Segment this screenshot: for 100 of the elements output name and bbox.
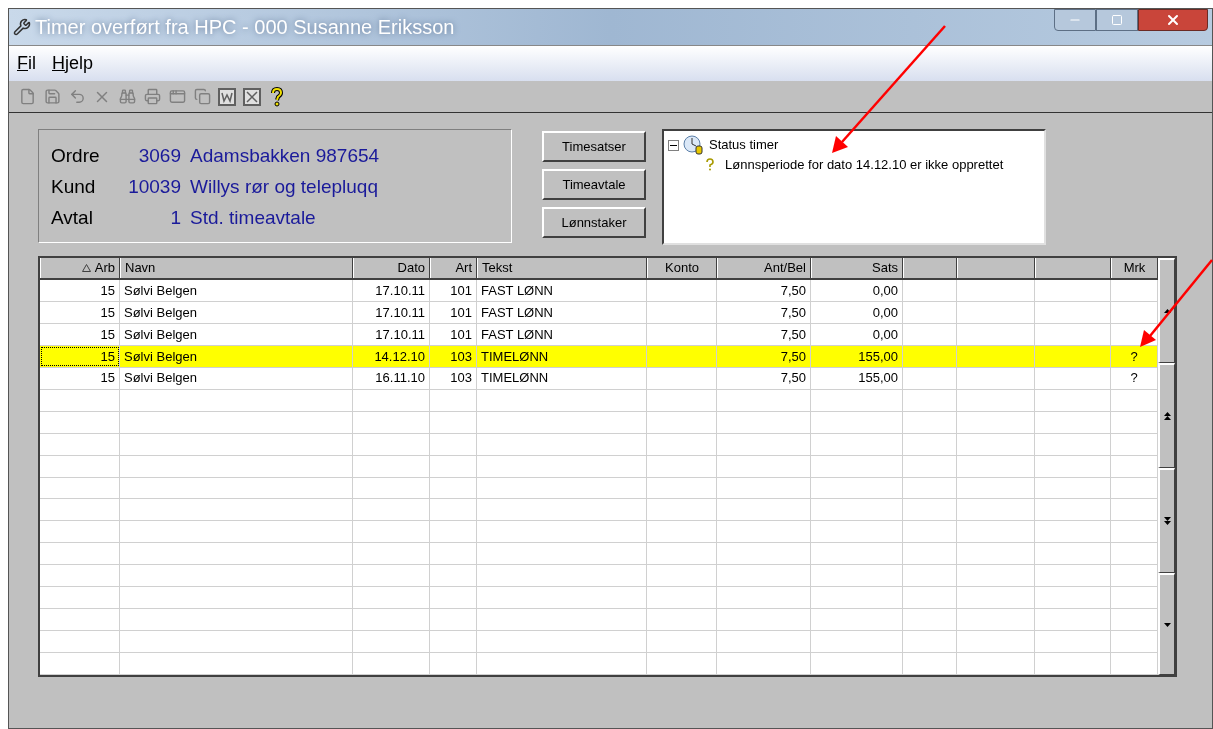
column-header[interactable]: Ant/Bel bbox=[717, 258, 811, 278]
table-cell-text: 0,00 bbox=[872, 325, 898, 344]
table-cell-text: 17.10.11 bbox=[375, 303, 425, 322]
maximize-button[interactable] bbox=[1096, 9, 1138, 31]
down-arrow-icon bbox=[1163, 622, 1171, 627]
page-down-button[interactable] bbox=[1158, 468, 1175, 573]
info-number: 3069 bbox=[137, 143, 181, 168]
table-cell-text: 0,00 bbox=[872, 281, 898, 300]
table-cell-text: 7,50 bbox=[780, 325, 806, 344]
sort-icon bbox=[81, 263, 91, 272]
info-label: Ordre bbox=[51, 143, 101, 168]
table-cell-text: 101 bbox=[450, 281, 472, 300]
table-cell-text: Sølvi Belgen bbox=[124, 347, 197, 366]
table-cell-text: 155,00 bbox=[858, 347, 898, 366]
table-cell-text: 7,50 bbox=[780, 369, 806, 388]
table-cell-text: 17.10.11 bbox=[375, 325, 425, 344]
menu-item[interactable]: Fil bbox=[17, 50, 36, 77]
column-header[interactable]: Dato bbox=[353, 258, 430, 278]
table-cell-text: TIMELØNN bbox=[481, 347, 549, 366]
close-icon bbox=[1165, 12, 1181, 28]
double-down-arrow-icon bbox=[1163, 517, 1171, 525]
scrollbar[interactable] bbox=[1158, 258, 1175, 675]
table-cell-text: FAST LØNN bbox=[481, 325, 553, 344]
copy-icon[interactable] bbox=[192, 86, 212, 107]
column-header[interactable]: Navn bbox=[120, 258, 353, 278]
table-cell-text: 17.10.11 bbox=[375, 281, 425, 300]
minimize-button[interactable] bbox=[1054, 9, 1096, 31]
column-header[interactable]: Art bbox=[430, 258, 477, 278]
info-label: Avtal bbox=[51, 205, 94, 230]
page-up-button[interactable] bbox=[1158, 363, 1175, 468]
table-cell-text: FAST LØNN bbox=[481, 281, 553, 300]
table-cell-text: 7,50 bbox=[780, 347, 806, 366]
column-header[interactable]: Sats bbox=[811, 258, 903, 278]
column-label: Mrk bbox=[1123, 259, 1146, 278]
table-cell-text: 15 bbox=[100, 325, 115, 344]
column-header[interactable]: Mrk bbox=[1111, 258, 1158, 278]
boxed-letter-icon[interactable] bbox=[217, 86, 237, 107]
table-cell-text: ? bbox=[1130, 347, 1138, 366]
table-cell-text: Sølvi Belgen bbox=[124, 281, 197, 300]
table-cell-text: 7,50 bbox=[780, 303, 806, 322]
table-cell-text: Sølvi Belgen bbox=[124, 369, 197, 388]
column-header[interactable]: Arb bbox=[40, 258, 120, 278]
double-up-arrow-icon bbox=[1163, 412, 1171, 420]
column-label: Navn bbox=[125, 259, 156, 278]
table-cell-text: TIMELØNN bbox=[481, 369, 549, 388]
wrench-icon bbox=[13, 18, 31, 36]
tree-node-label[interactable]: Lønnsperiode for dato 14.12.10 er ikke opprettet bbox=[725, 155, 1004, 175]
column-label: Ant/Bel bbox=[764, 259, 806, 278]
column-header[interactable]: Konto bbox=[647, 258, 717, 278]
info-value: Willys rør og telepluqq bbox=[190, 174, 378, 199]
boxed-cross-icon[interactable] bbox=[242, 86, 262, 107]
column-label: Tekst bbox=[482, 259, 513, 278]
info-number: 10039 bbox=[127, 174, 181, 199]
tree-node-label[interactable]: Status timer bbox=[709, 135, 779, 155]
menu-item[interactable]: Hjelp bbox=[52, 50, 94, 77]
table-cell-text: 15 bbox=[100, 369, 115, 388]
table-row[interactable]: 15 Sølvi Belgen 14.12.10 103 TIMELØNN 7,50 155,00 ? bbox=[40, 345, 1158, 368]
question-icon bbox=[706, 158, 714, 172]
scroll-down-button[interactable] bbox=[1158, 573, 1175, 675]
table-cell-text: 7,50 bbox=[780, 281, 806, 300]
save-icon[interactable] bbox=[42, 86, 62, 107]
table-cell-text: 16.11.10 bbox=[375, 369, 425, 388]
column-label: Dato bbox=[397, 259, 425, 278]
table-cell-text: 155,00 bbox=[858, 369, 898, 388]
table-cell-text: 103 bbox=[450, 347, 472, 366]
info-number: 1 bbox=[169, 205, 181, 230]
collapse-icon[interactable] bbox=[668, 139, 679, 151]
table-row[interactable]: 15 Sølvi Belgen 17.10.11 101 FAST LØNN 7,50 0,00 bbox=[40, 301, 1158, 324]
column-label: Konto bbox=[665, 259, 699, 278]
table-cell-text: 101 bbox=[450, 303, 472, 322]
maximize-icon bbox=[1111, 14, 1123, 26]
table-cell-text: 15 bbox=[100, 303, 115, 322]
table-cell-text: 14.12.10 bbox=[374, 347, 425, 366]
column-header[interactable]: Tekst bbox=[477, 258, 647, 278]
close-button[interactable] bbox=[1138, 9, 1208, 31]
action-button[interactable]: Lønnstaker bbox=[542, 207, 646, 238]
table-cell-text: 15 bbox=[100, 281, 115, 300]
column-label: Arb bbox=[94, 259, 115, 278]
info-value: Adamsbakken 987654 bbox=[190, 143, 380, 168]
table-cell-text: 0,00 bbox=[872, 303, 898, 322]
table-row[interactable]: 15 Sølvi Belgen 17.10.11 101 FAST LØNN 7,50 0,00 bbox=[40, 323, 1158, 346]
table-cell-text: Sølvi Belgen bbox=[124, 325, 197, 344]
up-arrow-icon bbox=[1163, 309, 1171, 313]
table-cell-text: ? bbox=[1130, 369, 1138, 388]
table-row[interactable]: 15 Sølvi Belgen 16.11.10 103 TIMELØNN 7,50 155,00 ? bbox=[40, 367, 1158, 390]
printer-icon[interactable] bbox=[142, 86, 162, 107]
table-cell-text: 101 bbox=[450, 325, 472, 344]
info-value: Std. timeavtale bbox=[190, 205, 316, 230]
scroll-up-button[interactable] bbox=[1158, 258, 1175, 363]
info-label: Kund bbox=[51, 174, 97, 199]
table-cell-text: 103 bbox=[450, 369, 472, 388]
binoculars-icon[interactable] bbox=[117, 86, 137, 107]
table-cell-text: 15 bbox=[100, 347, 115, 366]
column-label: Sats bbox=[872, 259, 898, 278]
clock-icon bbox=[683, 135, 705, 155]
action-button[interactable]: Timeavtale bbox=[542, 169, 646, 200]
action-button[interactable]: Timesatser bbox=[542, 131, 646, 162]
column-label: Art bbox=[455, 259, 472, 278]
table-cell-text: FAST LØNN bbox=[481, 303, 553, 322]
table-row[interactable]: 15 Sølvi Belgen 17.10.11 101 FAST LØNN 7,50 0,00 bbox=[40, 279, 1158, 302]
